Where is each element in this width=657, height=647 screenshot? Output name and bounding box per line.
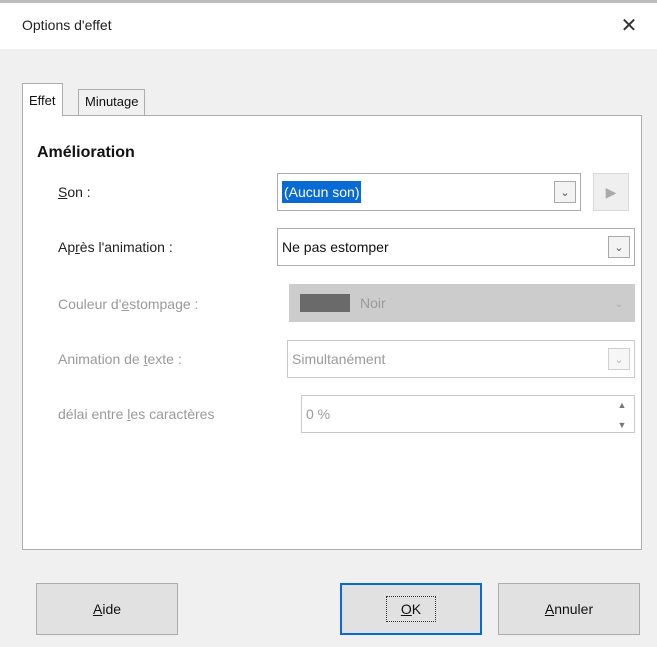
cancel-button-mnemonic: A <box>544 601 555 617</box>
after-animation-label-pre: Ap <box>58 239 76 255</box>
sound-select[interactable]: (Aucun son) ⌄ <box>277 173 581 211</box>
after-animation-select-value: Ne pas estomper <box>282 239 389 255</box>
tab-effet[interactable]: Effet <box>22 83 63 116</box>
effect-options-dialog: Options d'effet ✕ Effet Minutage Amélior… <box>0 0 657 647</box>
help-button-label: ide <box>102 601 122 617</box>
text-animation-label-pre: Animation de <box>58 351 144 367</box>
chevron-down-icon[interactable]: ⌄ <box>608 236 630 258</box>
after-animation-label-text: ès l'animation : <box>79 239 173 255</box>
tab-panel-effet: Amélioration Son : (Aucun son) ⌄ ▶ Après… <box>22 115 642 550</box>
spin-up-icon[interactable]: ▲ <box>618 400 627 410</box>
color-swatch <box>300 294 350 312</box>
fade-color-select-value: Noir <box>360 295 386 311</box>
text-animation-select-value: Simultanément <box>292 351 386 367</box>
char-delay-label-pre: délai entre <box>58 406 128 422</box>
spin-down-icon[interactable]: ▼ <box>618 420 627 430</box>
chevron-down-icon[interactable]: ⌄ <box>608 348 630 370</box>
chevron-down-icon[interactable]: ⌄ <box>608 292 630 314</box>
after-animation-label: Après l'animation : <box>58 239 173 255</box>
char-delay-label: délai entre les caractères <box>58 406 214 422</box>
play-icon[interactable]: ▶ <box>593 173 629 211</box>
char-delay-label-text: es caractères <box>130 406 215 422</box>
chevron-down-icon[interactable]: ⌄ <box>554 181 576 203</box>
cancel-button-label: nnuler <box>554 601 594 617</box>
fade-color-select[interactable]: Noir ⌄ <box>289 284 635 322</box>
text-animation-label-text: exte : <box>147 351 182 367</box>
section-title: Amélioration <box>37 144 135 161</box>
after-animation-select[interactable]: Ne pas estomper ⌄ <box>277 228 635 266</box>
son-label: Son : <box>58 184 91 200</box>
title-bar: Options d'effet ✕ <box>0 3 657 49</box>
char-delay-spinbox[interactable]: 0 % ▲ ▼ <box>301 395 635 433</box>
son-label-text: on : <box>67 184 91 200</box>
ok-button-label: K <box>411 601 422 617</box>
son-label-mnemonic: S <box>58 184 68 200</box>
spin-buttons[interactable]: ▲ ▼ <box>614 400 630 430</box>
char-delay-value: 0 % <box>306 406 331 422</box>
fade-color-label-pre: Couleur d' <box>58 296 122 312</box>
close-icon[interactable]: ✕ <box>611 9 647 41</box>
text-animation-select[interactable]: Simultanément ⌄ <box>287 340 635 378</box>
fade-color-label-text: stompage : <box>129 296 199 312</box>
help-button-mnemonic: A <box>92 601 103 617</box>
text-animation-label: Animation de texte : <box>58 351 182 367</box>
sound-select-value: (Aucun son) <box>282 181 362 203</box>
tab-minutage[interactable]: Minutage <box>78 89 146 115</box>
ok-button[interactable]: OK <box>340 583 482 635</box>
help-button[interactable]: Aide <box>36 583 178 635</box>
cancel-button[interactable]: Annuler <box>498 583 640 635</box>
fade-color-label: Couleur d'estompage : <box>58 296 198 312</box>
dialog-title: Options d'effet <box>22 17 112 33</box>
ok-button-mnemonic: O <box>400 601 412 617</box>
ok-button-focus: OK <box>385 596 437 622</box>
